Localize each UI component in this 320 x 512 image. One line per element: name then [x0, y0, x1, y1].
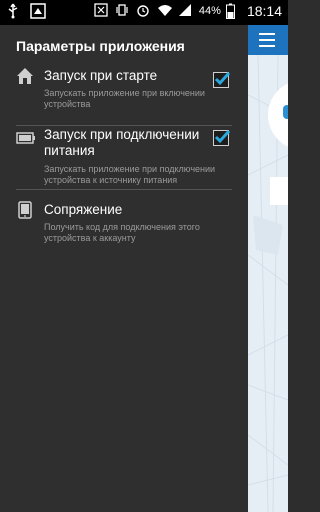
tablet-icon [16, 201, 34, 219]
info-card [270, 177, 288, 205]
setting-description: Запускать приложение при подключении уст… [44, 164, 216, 185]
nfc-icon [94, 3, 110, 19]
location-marker-icon [283, 105, 288, 119]
setting-label: Запуск при подключении питания [44, 127, 200, 158]
signal-icon [178, 3, 194, 19]
setting-pairing[interactable]: Сопряжение Получить код для подключения … [0, 199, 248, 249]
setting-description: Запускать приложение при включении устро… [44, 88, 205, 109]
vibrate-icon [115, 3, 131, 19]
battery-status-icon [225, 3, 242, 19]
battery-percent: 44% [198, 5, 221, 17]
usb-icon [6, 3, 22, 19]
action-bar [248, 25, 288, 55]
navigation-drawer: Параметры приложения Запуск при старте З… [0, 25, 248, 512]
main-content-peek [248, 25, 288, 512]
setting-start-on-boot[interactable]: Запуск при старте Запускать приложение п… [0, 67, 248, 125]
app-notification-icon [30, 3, 46, 19]
alarm-icon [136, 3, 152, 19]
start-on-boot-checkbox[interactable] [213, 71, 231, 88]
clock: 18:14 [246, 3, 282, 19]
divider [16, 189, 232, 190]
setting-label: Сопряжение [44, 202, 123, 217]
setting-description: Получить код для подключения этого устро… [44, 222, 200, 243]
wifi-icon [157, 3, 173, 19]
start-on-power-checkbox[interactable] [213, 129, 231, 146]
divider [16, 125, 232, 126]
home-icon [16, 67, 34, 85]
battery-icon [16, 129, 35, 147]
setting-label: Запуск при старте [44, 68, 158, 83]
drawer-title: Параметры приложения [16, 38, 185, 54]
status-bar: 44% 18:14 [0, 0, 288, 25]
setting-start-on-power[interactable]: Запуск при подключении питания Запускать… [0, 127, 248, 189]
menu-icon[interactable] [259, 33, 275, 47]
